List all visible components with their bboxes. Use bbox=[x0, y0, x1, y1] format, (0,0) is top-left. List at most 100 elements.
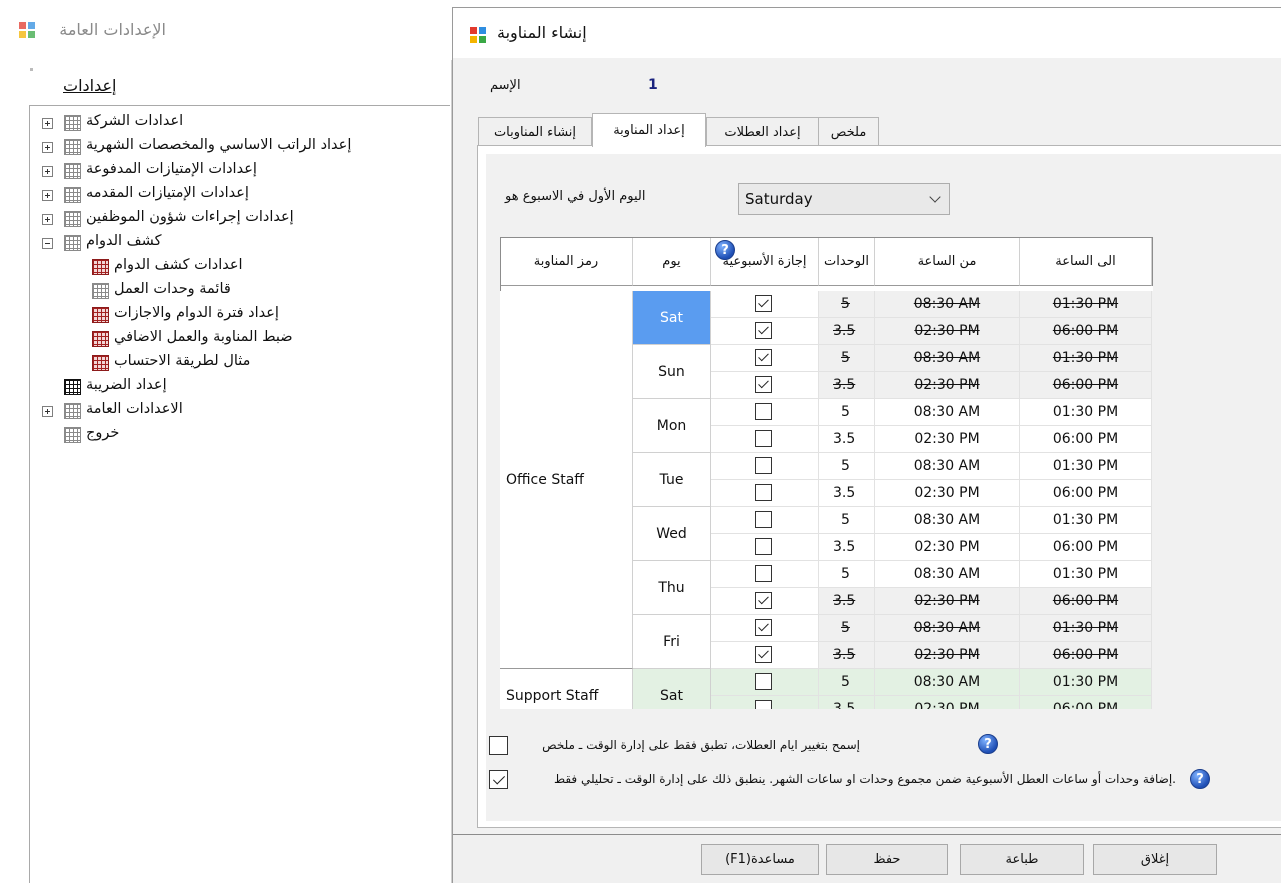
weekly-off-checkbox[interactable] bbox=[755, 295, 772, 312]
shift-grid[interactable]: رمز المناوبة يوم إجازة الأسبوعية الوحدات من … bbox=[500, 237, 1281, 709]
expand-icon[interactable] bbox=[42, 142, 53, 153]
to-cell[interactable]: 06:00 PM bbox=[1020, 480, 1152, 507]
units-cell[interactable]: 5 bbox=[819, 507, 875, 534]
tree-item[interactable]: إعداد الراتب الاساسي والمخصصات الشهرية bbox=[30, 135, 450, 159]
expand-icon[interactable] bbox=[42, 118, 53, 129]
units-cell[interactable]: 5 bbox=[819, 345, 875, 372]
tree-item[interactable]: إعدادات الإمتيازات المدفوعة bbox=[30, 159, 450, 183]
to-cell[interactable]: 01:30 PM bbox=[1020, 507, 1152, 534]
units-cell[interactable]: 3.5 bbox=[819, 372, 875, 399]
tree-item[interactable]: مثال لطريقة الاحتساب bbox=[30, 351, 450, 375]
expand-icon[interactable] bbox=[42, 190, 53, 201]
tree-item[interactable]: الاعدادات العامة bbox=[30, 399, 450, 423]
tree-item[interactable]: إعدادات الإمتيازات المقدمه bbox=[30, 183, 450, 207]
from-cell[interactable]: 08:30 AM bbox=[875, 291, 1020, 318]
column-header[interactable]: رمز المناوبة bbox=[500, 237, 633, 286]
from-cell[interactable]: 02:30 PM bbox=[875, 480, 1020, 507]
day-cell[interactable]: Sat bbox=[633, 669, 711, 709]
help-icon[interactable]: ? bbox=[1190, 769, 1210, 789]
weekly-off-checkbox[interactable] bbox=[755, 376, 772, 393]
weekly-off-checkbox[interactable] bbox=[755, 538, 772, 555]
tree-item[interactable]: اعدادات كشف الدوام bbox=[30, 255, 450, 279]
tab[interactable]: إعداد المناوبة bbox=[592, 113, 706, 147]
day-cell[interactable]: Fri bbox=[633, 615, 711, 669]
from-cell[interactable]: 08:30 AM bbox=[875, 345, 1020, 372]
from-cell[interactable]: 08:30 AM bbox=[875, 615, 1020, 642]
expand-icon[interactable] bbox=[42, 406, 53, 417]
to-cell[interactable]: 01:30 PM bbox=[1020, 561, 1152, 588]
from-cell[interactable]: 08:30 AM bbox=[875, 507, 1020, 534]
weekly-off-checkbox[interactable] bbox=[755, 457, 772, 474]
units-cell[interactable]: 3.5 bbox=[819, 480, 875, 507]
weekly-off-checkbox[interactable] bbox=[755, 430, 772, 447]
shift-code-cell[interactable]: Support Staff bbox=[500, 669, 633, 709]
day-cell[interactable]: Sat bbox=[633, 291, 711, 345]
from-cell[interactable]: 02:30 PM bbox=[875, 696, 1020, 709]
from-cell[interactable]: 08:30 AM bbox=[875, 561, 1020, 588]
to-cell[interactable]: 06:00 PM bbox=[1020, 426, 1152, 453]
column-header[interactable]: يوم bbox=[633, 237, 711, 286]
weekly-off-checkbox[interactable] bbox=[755, 484, 772, 501]
tree-item[interactable]: خروج bbox=[30, 423, 450, 447]
weekly-off-checkbox[interactable] bbox=[755, 511, 772, 528]
allow-change-holidays-checkbox[interactable] bbox=[489, 736, 508, 755]
to-cell[interactable]: 01:30 PM bbox=[1020, 345, 1152, 372]
from-cell[interactable]: 02:30 PM bbox=[875, 642, 1020, 669]
weekly-off-checkbox[interactable] bbox=[755, 673, 772, 690]
tree-item[interactable]: قائمة وحدات العمل bbox=[30, 279, 450, 303]
day-cell[interactable]: Tue bbox=[633, 453, 711, 507]
tree-item[interactable]: اعدادات الشركة bbox=[30, 111, 450, 135]
to-cell[interactable]: 06:00 PM bbox=[1020, 534, 1152, 561]
units-cell[interactable]: 3.5 bbox=[819, 696, 875, 709]
day-cell[interactable]: Wed bbox=[633, 507, 711, 561]
expand-icon[interactable] bbox=[42, 166, 53, 177]
from-cell[interactable]: 02:30 PM bbox=[875, 426, 1020, 453]
to-cell[interactable]: 01:30 PM bbox=[1020, 291, 1152, 318]
from-cell[interactable]: 02:30 PM bbox=[875, 588, 1020, 615]
to-cell[interactable]: 01:30 PM bbox=[1020, 453, 1152, 480]
units-cell[interactable]: 3.5 bbox=[819, 318, 875, 345]
weekly-off-checkbox[interactable] bbox=[755, 619, 772, 636]
collapse-icon[interactable] bbox=[42, 238, 53, 249]
column-header[interactable]: الى الساعة bbox=[1020, 237, 1152, 286]
to-cell[interactable]: 01:30 PM bbox=[1020, 669, 1152, 696]
weekly-off-checkbox[interactable] bbox=[755, 322, 772, 339]
weekly-off-checkbox[interactable] bbox=[755, 646, 772, 663]
units-cell[interactable]: 3.5 bbox=[819, 642, 875, 669]
tree-item[interactable]: إعداد الضريبة bbox=[30, 375, 450, 399]
from-cell[interactable]: 02:30 PM bbox=[875, 318, 1020, 345]
to-cell[interactable]: 06:00 PM bbox=[1020, 588, 1152, 615]
help-icon[interactable]: ? bbox=[715, 240, 735, 260]
day-cell[interactable]: Mon bbox=[633, 399, 711, 453]
to-cell[interactable]: 01:30 PM bbox=[1020, 615, 1152, 642]
from-cell[interactable]: 08:30 AM bbox=[875, 669, 1020, 696]
weekly-off-checkbox[interactable] bbox=[755, 592, 772, 609]
units-cell[interactable]: 5 bbox=[819, 399, 875, 426]
units-cell[interactable]: 5 bbox=[819, 291, 875, 318]
column-header[interactable]: من الساعة bbox=[875, 237, 1020, 286]
weekly-off-checkbox[interactable] bbox=[755, 349, 772, 366]
add-weekly-off-units-checkbox[interactable] bbox=[489, 770, 508, 789]
weekly-off-checkbox[interactable] bbox=[755, 700, 772, 709]
to-cell[interactable]: 06:00 PM bbox=[1020, 318, 1152, 345]
to-cell[interactable]: 06:00 PM bbox=[1020, 696, 1152, 709]
from-cell[interactable]: 02:30 PM bbox=[875, 372, 1020, 399]
tab[interactable]: إنشاء المناوبات bbox=[478, 117, 592, 146]
save-button[interactable]: حفظ bbox=[826, 844, 948, 875]
help-button[interactable]: (F1)مساعدة bbox=[701, 844, 819, 875]
day-cell[interactable]: Sun bbox=[633, 345, 711, 399]
tree-item[interactable]: كشف الدوام bbox=[30, 231, 450, 255]
units-cell[interactable]: 5 bbox=[819, 561, 875, 588]
units-cell[interactable]: 3.5 bbox=[819, 534, 875, 561]
to-cell[interactable]: 06:00 PM bbox=[1020, 642, 1152, 669]
units-cell[interactable]: 5 bbox=[819, 453, 875, 480]
units-cell[interactable]: 5 bbox=[819, 615, 875, 642]
from-cell[interactable]: 02:30 PM bbox=[875, 534, 1020, 561]
day-cell[interactable]: Thu bbox=[633, 561, 711, 615]
units-cell[interactable]: 3.5 bbox=[819, 588, 875, 615]
to-cell[interactable]: 01:30 PM bbox=[1020, 399, 1152, 426]
units-cell[interactable]: 3.5 bbox=[819, 426, 875, 453]
tree-item[interactable]: إعداد فترة الدوام والاجازات bbox=[30, 303, 450, 327]
from-cell[interactable]: 08:30 AM bbox=[875, 453, 1020, 480]
shift-code-cell[interactable]: Office Staff bbox=[500, 291, 633, 669]
